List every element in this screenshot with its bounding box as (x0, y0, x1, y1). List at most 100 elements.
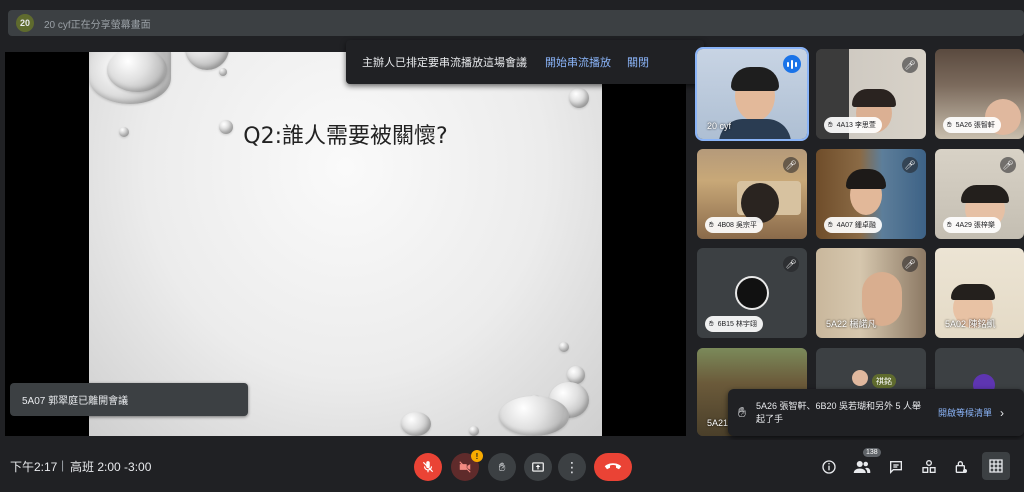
participant-hair (846, 169, 886, 189)
presenter-avatar: 20 (16, 14, 34, 32)
raise-hand-icon: ✋︎ (738, 404, 746, 420)
meet-window: 20 20 cyf正在分享螢幕畫面 Q2:誰人需要被關懷? 5A07 郭翠庭已離… (0, 0, 1024, 492)
bottom-bar: 下午2:17 | 高班 2:00 -3:00 ! ✋︎ ⋮ 138 (0, 440, 1024, 492)
camera-warning-badge: ! (471, 450, 483, 462)
camera-off-icon (459, 461, 471, 473)
raise-hand-icon: ✋︎ (947, 220, 952, 229)
participant-tile[interactable]: 🎤︎ ✋︎ 4A29 張梓樂 (935, 149, 1024, 239)
info-icon (822, 460, 836, 474)
participant-name-chip: ✋︎ 4A29 張梓樂 (943, 217, 1001, 233)
present-icon (532, 462, 544, 472)
chevron-right-icon[interactable]: › (1000, 406, 1004, 420)
raise-hand-icon: ✋︎ (828, 220, 833, 229)
info-button[interactable] (818, 456, 840, 478)
activities-button[interactable] (918, 456, 940, 478)
participant-name-chip: ✋︎ 5A26 張智軒 (943, 117, 1001, 133)
participant-hair (731, 67, 779, 91)
end-call-button[interactable] (594, 453, 632, 481)
water-drop-decoration (499, 396, 569, 436)
chat-button[interactable] (885, 456, 907, 478)
mic-toggle-button[interactable] (414, 453, 442, 481)
open-queue-button[interactable]: 開啟等候清單 (938, 406, 992, 419)
participant-name: 5A21 (707, 418, 729, 428)
participant-name: 4A07 鍾卓融 (836, 222, 876, 229)
more-options-button[interactable]: ⋮ (558, 453, 586, 481)
participant-name-chip: ✋︎ 4B08 吳宗平 (705, 217, 763, 233)
raise-hand-icon: ✋︎ (828, 120, 833, 129)
participant-name: 5A26 張智軒 (955, 122, 995, 129)
start-streaming-button[interactable]: 開始串流播放 (545, 54, 611, 70)
participant-tile[interactable]: 🎤︎ 5A22 楊諾凡 (816, 248, 926, 338)
participant-tile[interactable]: 🎤︎ ✋︎ 4A13 李思萱 (816, 49, 926, 139)
participant-name: 4A13 李思萱 (836, 122, 876, 129)
top-bar: 20 20 cyf正在分享螢幕畫面 (0, 0, 1024, 44)
participant-name-chip: ✋︎ 4A07 鍾卓融 (824, 217, 882, 233)
people-icon (853, 461, 871, 473)
mic-off-icon: 🎤︎ (1000, 157, 1016, 173)
mic-off-icon (422, 461, 434, 473)
activities-icon (922, 460, 936, 473)
shared-slide: Q2:誰人需要被關懷? (89, 52, 602, 436)
present-button[interactable] (524, 453, 552, 481)
participant-name: 4B08 吳宗平 (717, 222, 757, 229)
separator: | (61, 458, 65, 472)
chat-icon (890, 461, 902, 474)
grid-view-icon (989, 459, 1003, 473)
participant-avatar (852, 370, 868, 386)
people-button[interactable]: 138 (851, 448, 881, 478)
participant-tile[interactable]: 20 cyf (695, 47, 809, 141)
participant-hair (852, 89, 896, 107)
camera-toggle-button[interactable]: ! (451, 450, 483, 481)
participant-name-tag: 祺銘 (872, 374, 896, 388)
meeting-title: 高班 2:00 -3:00 (70, 460, 152, 474)
participant-tile[interactable]: 🎤︎ ✋︎ 4B08 吳宗平 (697, 149, 807, 239)
participant-count-badge: 138 (863, 448, 881, 457)
participant-tile[interactable]: 5A02 陳銘凱 (935, 248, 1024, 338)
participant-tile[interactable]: 🎤︎ ✋︎ 6B15 林宇翊 (697, 248, 807, 338)
participant-name: 5A22 楊諾凡 (826, 319, 877, 329)
participant-avatar (735, 276, 769, 310)
mic-off-icon: 🎤︎ (902, 57, 918, 73)
mic-off-icon: 🎤︎ (783, 256, 799, 272)
raise-hand-icon: ✋︎ (498, 459, 506, 474)
presenter-text: 20 cyf正在分享螢幕畫面 (44, 19, 151, 31)
participant-tile[interactable]: 🎤︎ ✋︎ 4A07 鍾卓融 (816, 149, 926, 239)
mic-off-icon: 🎤︎ (783, 157, 799, 173)
leave-notification: 5A07 郭翠庭已離開會議 (10, 383, 248, 416)
presentation-stage: Q2:誰人需要被關懷? (5, 52, 686, 436)
water-drop-decoration (469, 426, 479, 436)
host-controls-button[interactable] (950, 456, 972, 478)
water-drop-decoration (401, 412, 431, 436)
mic-off-icon: 🎤︎ (902, 256, 918, 272)
participant-name: 4A29 張梓樂 (955, 222, 995, 229)
raise-hand-icon: ✋︎ (947, 120, 952, 129)
raised-hands-notification: ✋︎ 5A26 張智軒、6B20 吳若瑚和另外 5 人舉起了手 開啟等候清單 › (728, 389, 1024, 436)
participant-hair (961, 185, 1009, 203)
participant-name-chip: ✋︎ 4A13 李思萱 (824, 117, 882, 133)
raise-hand-icon: ✋︎ (709, 319, 714, 328)
raise-hand-icon: ✋︎ (709, 220, 714, 229)
slide-title: Q2:誰人需要被關懷? (243, 124, 448, 149)
raised-hands-text: 5A26 張智軒、6B20 吳若瑚和另外 5 人舉起了手 (755, 400, 922, 424)
mic-off-icon: 🎤︎ (902, 157, 918, 173)
participant-tile[interactable]: ✋︎ 5A26 張智軒 (935, 49, 1024, 139)
raise-hand-button[interactable]: ✋︎ (488, 453, 516, 481)
participant-name-chip: ✋︎ 6B15 林宇翊 (705, 316, 763, 332)
participant-name: 6B15 林宇翊 (717, 321, 757, 328)
grid-view-button[interactable] (982, 452, 1010, 480)
speaking-indicator-icon (783, 55, 801, 73)
water-drop-decoration (559, 342, 569, 352)
clock: 下午2:17 (10, 460, 58, 474)
end-call-icon (604, 463, 622, 470)
host-controls-icon (955, 461, 967, 473)
stream-banner: 主辦人已排定要串流播放這場會議 開始串流播放 關閉 (346, 40, 704, 84)
participant-name: 20 cyf (707, 121, 732, 131)
water-drop-decoration (569, 88, 589, 108)
water-drop-decoration (219, 68, 227, 76)
stream-banner-text: 主辦人已排定要串流播放這場會議 (362, 57, 527, 69)
presentation-banner[interactable]: 20 20 cyf正在分享螢幕畫面 (8, 10, 1024, 36)
participant-name: 5A02 陳銘凱 (945, 319, 996, 329)
more-vert-icon: ⋮ (565, 459, 579, 475)
close-banner-button[interactable]: 關閉 (627, 54, 649, 70)
participant-hair (951, 284, 995, 300)
